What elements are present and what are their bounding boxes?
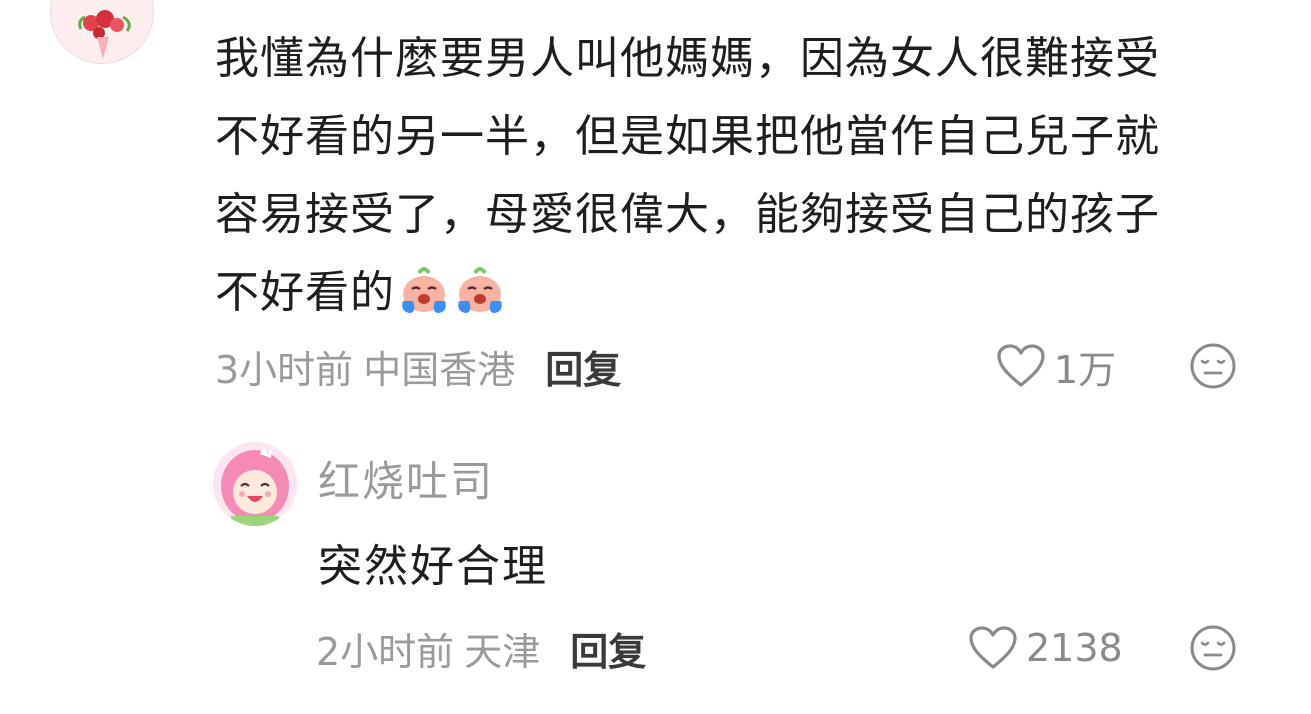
- comment-reply-button[interactable]: 回复: [545, 339, 621, 394]
- comment-time: 3小时前: [215, 347, 354, 392]
- crying-face-emoji: [458, 267, 502, 313]
- reply-meta: 2小时前 天津 回复: [316, 620, 646, 676]
- reply-username[interactable]: 红烧吐司: [318, 448, 494, 509]
- comment-line-text: 不好看的: [215, 267, 395, 318]
- reply-like-button[interactable]: 2138: [968, 620, 1123, 676]
- comment-line: 容易接受了，母愛很偉大，能夠接受自己的孩子: [215, 189, 1160, 240]
- neutral-face-icon[interactable]: [1188, 341, 1238, 391]
- reply-location: 天津: [464, 629, 541, 674]
- comment-line: 不好看的另一半，但是如果把他當作自己兒子就: [215, 111, 1160, 162]
- reply-reply-button[interactable]: 回复: [570, 621, 646, 676]
- comment-like-button[interactable]: 1万: [996, 338, 1116, 394]
- comment-text: 我懂為什麼要男人叫他媽媽，因為女人很難接受 不好看的另一半，但是如果把他當作自己…: [215, 20, 1285, 332]
- comment-line: 不好看的: [215, 254, 1285, 332]
- reply-text: 突然好合理: [318, 541, 548, 592]
- reply-time: 2小时前: [316, 629, 455, 674]
- reply-like-count: 2138: [1026, 626, 1123, 670]
- heart-outline-icon: [969, 626, 1017, 669]
- anime-girl-avatar-icon: [213, 442, 297, 526]
- neutral-face-icon[interactable]: [1188, 623, 1238, 673]
- comment-like-count: 1万: [1054, 347, 1117, 392]
- reply-user-avatar[interactable]: [213, 442, 297, 526]
- heart-outline-icon: [997, 344, 1045, 387]
- comment-location: 中国香港: [363, 347, 516, 392]
- commenter-avatar[interactable]: [50, 0, 154, 64]
- crying-face-emoji: [402, 267, 446, 313]
- rose-bouquet-icon: [51, 0, 153, 63]
- comment-meta: 3小时前 中国香港 回复: [215, 338, 621, 394]
- comment-line: 我懂為什麼要男人叫他媽媽，因為女人很難接受: [215, 33, 1160, 84]
